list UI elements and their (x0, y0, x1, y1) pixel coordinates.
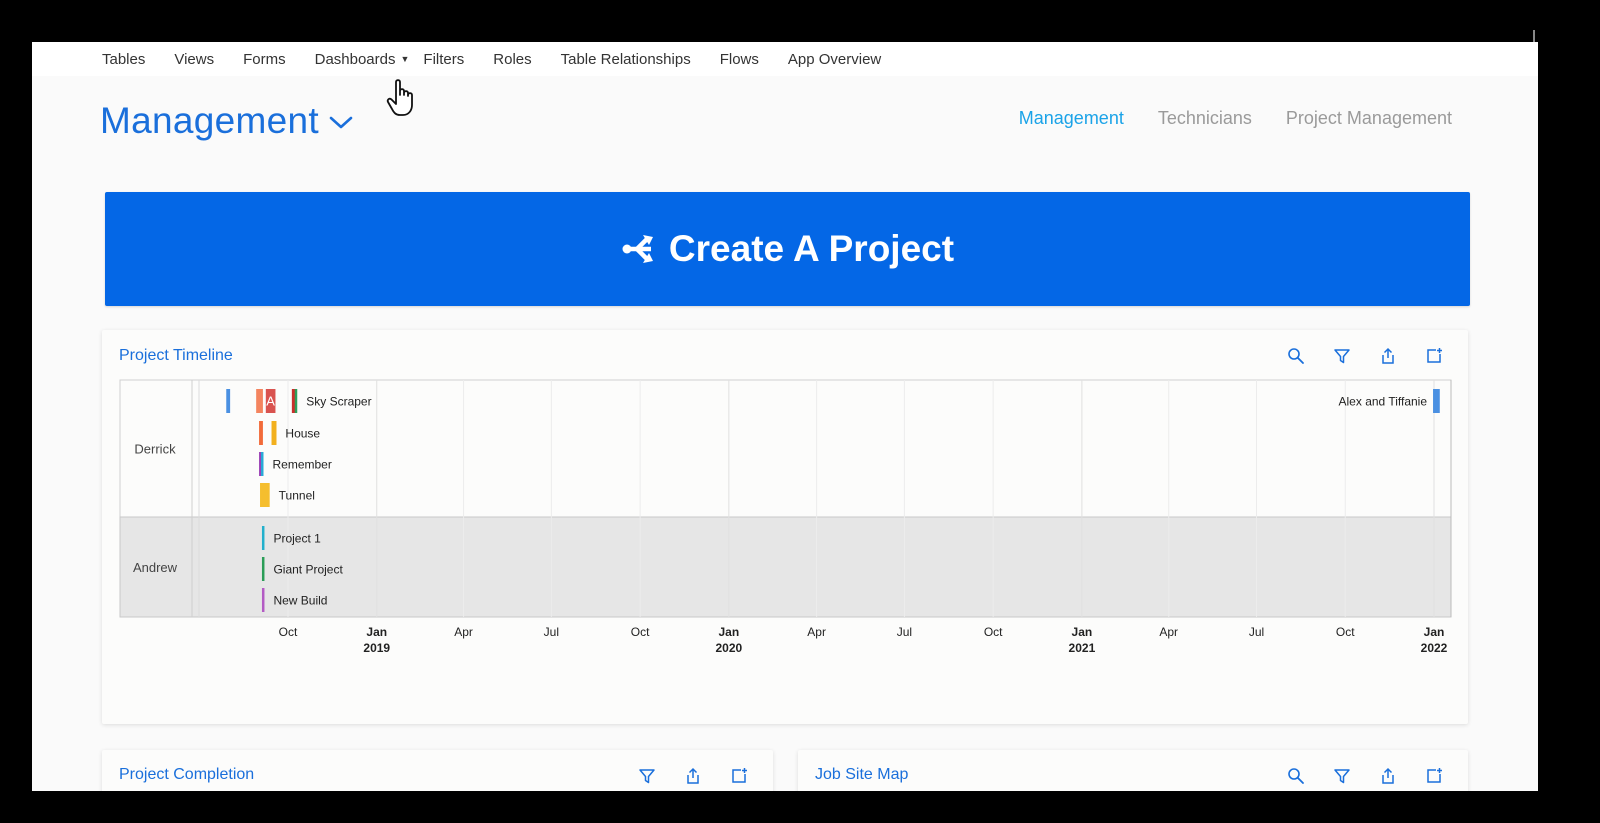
x-tick-label: Apr (454, 625, 473, 639)
x-tick-label: Jan (366, 625, 387, 639)
bar-label: Giant Project (273, 563, 343, 577)
x-tick-label: Oct (1336, 625, 1355, 639)
job-site-map-card: Job Site Map (798, 750, 1468, 791)
x-tick-label: Jan (1072, 625, 1093, 639)
card-title: Job Site Map (815, 766, 909, 783)
bar-label: New Build (273, 594, 327, 608)
app-window: Tables Views Forms Dashboards ▼ Filters R… (32, 42, 1538, 791)
x-tick-label: Apr (1159, 625, 1178, 639)
export-icon[interactable] (683, 766, 703, 786)
x-tick-label: Jul (897, 625, 912, 639)
timeline-bar (256, 389, 263, 413)
x-tick-label: Oct (984, 625, 1003, 639)
nav-dashboards[interactable]: Dashboards ▼ (315, 51, 410, 68)
bar-label: Sky Scraper (306, 395, 371, 409)
search-icon[interactable] (1286, 766, 1306, 786)
row-label: Andrew (133, 560, 178, 575)
nav-filters[interactable]: Filters (423, 51, 464, 68)
hand-pointer-icon (386, 79, 413, 116)
timeline-chart: Oct Jan 2019 Apr Jul Oct Jan 2020 Apr Jul Oct Jan 20… (119, 379, 1452, 655)
x-tick-year-label: 2022 (1421, 641, 1448, 655)
timeline-bar (226, 389, 231, 413)
x-tick-year-label: 2019 (363, 641, 390, 655)
page-title-dropdown[interactable]: Management (100, 100, 353, 142)
project-timeline-card: Project Timeline Oct Jan 2019 Apr Jul Oct Jan 2… (102, 330, 1468, 724)
x-tick-label: Jan (718, 625, 739, 639)
export-icon[interactable] (1378, 766, 1398, 786)
x-tick-label: Jul (1249, 625, 1264, 639)
bar-label: Remember (272, 458, 331, 472)
page-title: Management (100, 100, 319, 141)
nav-tables[interactable]: Tables (102, 51, 145, 68)
x-tick-year-label: 2021 (1069, 641, 1096, 655)
tab-management[interactable]: Management (1019, 108, 1124, 129)
timeline-bar (260, 483, 270, 507)
nav-dashboards-label: Dashboards (314, 50, 396, 68)
timeline-bar (294, 389, 298, 413)
bar-label: Alex and Tiffanie (1339, 395, 1428, 409)
x-tick-label: Oct (279, 625, 298, 639)
bar-label: Project 1 (273, 532, 321, 546)
chevron-down-icon (329, 116, 353, 129)
tab-project-management[interactable]: Project Management (1286, 108, 1452, 129)
x-tick-label: Apr (807, 625, 826, 639)
share-nodes-icon (622, 235, 653, 263)
x-tick-label: Oct (631, 625, 650, 639)
caret-down-icon: ▼ (400, 53, 410, 64)
expand-icon[interactable] (1424, 766, 1444, 786)
row-label: Derrick (134, 442, 176, 457)
nav-table-relationships[interactable]: Table Relationships (561, 51, 691, 68)
filter-icon[interactable] (1332, 766, 1352, 786)
card-toolbar (1260, 766, 1444, 786)
nav-flows[interactable]: Flows (720, 51, 759, 68)
x-tick-label: Jul (544, 625, 559, 639)
create-project-label: Create A Project (668, 228, 955, 269)
timeline-bar (259, 421, 263, 445)
timeline-bar (260, 452, 264, 476)
timeline-bar (1433, 389, 1440, 413)
filter-icon[interactable] (637, 766, 657, 786)
nav-roles[interactable]: Roles (493, 51, 531, 68)
create-project-button[interactable]: Create A Project (105, 192, 1470, 306)
x-tick-label: Jan (1424, 625, 1445, 639)
nav-views[interactable]: Views (174, 51, 214, 68)
nav-forms[interactable]: Forms (243, 51, 286, 68)
page-tabs: Management Technicians Project Managemen… (985, 108, 1452, 129)
top-nav: Tables Views Forms Dashboards ▼ Filters R… (32, 42, 1538, 76)
bar-label: A (266, 394, 275, 409)
card-toolbar (611, 766, 749, 786)
project-completion-card: Project Completion (102, 750, 773, 791)
x-tick-year-label: 2020 (715, 641, 742, 655)
timeline-bar (271, 421, 277, 445)
timeline-bar (261, 588, 265, 612)
expand-icon[interactable] (729, 766, 749, 786)
bar-label: House (285, 427, 320, 441)
nav-app-overview[interactable]: App Overview (788, 51, 881, 68)
timeline-bar (261, 526, 265, 550)
bar-label: Tunnel (279, 489, 315, 503)
tab-technicians[interactable]: Technicians (1158, 108, 1252, 129)
card-title: Project Completion (119, 766, 255, 783)
timeline-bar (261, 557, 265, 581)
